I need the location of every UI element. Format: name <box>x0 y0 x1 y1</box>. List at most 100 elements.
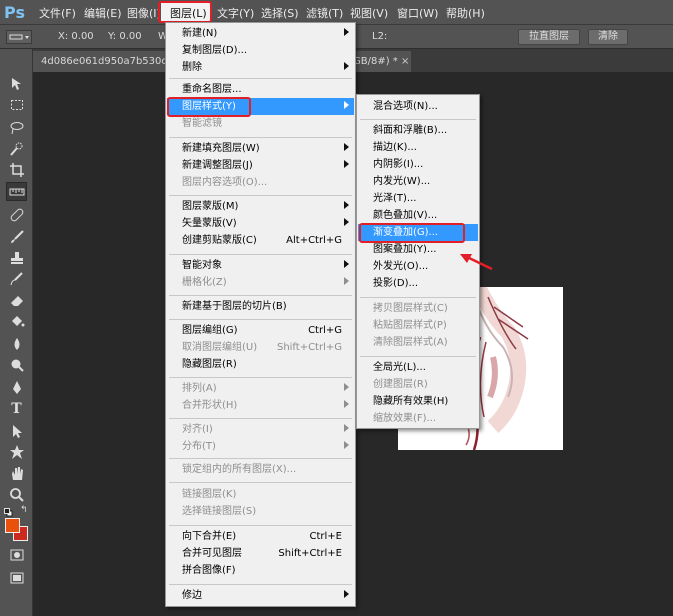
layer-menu-item[interactable]: 向下合并(E) Ctrl+E <box>167 528 354 545</box>
lasso-tool-icon[interactable] <box>6 118 27 137</box>
menu-type[interactable]: 文字(Y) <box>217 5 254 21</box>
layer-style-item-label: 光泽(T)... <box>373 193 417 204</box>
layer-menu-item[interactable]: 分布(T) <box>167 438 354 455</box>
menu-filter[interactable]: 滤镜(T) <box>306 5 343 21</box>
layer-menu-item-label: 合并可见图层 <box>182 548 242 559</box>
layer-style-item[interactable]: 缩放效果(F)... <box>358 410 478 427</box>
layer-style-item-label: 混合选项(N)... <box>373 101 438 112</box>
layer-menu-item[interactable]: 图层内容选项(O)... <box>167 174 354 191</box>
layer-menu-item[interactable]: 图层蒙版(M) <box>167 198 354 215</box>
layer-menu-item[interactable]: 栅格化(Z) <box>167 274 354 291</box>
zoom-tool-icon[interactable] <box>6 485 27 504</box>
layer-style-item[interactable]: 内发光(W)... <box>358 173 478 190</box>
layer-style-item[interactable]: 斜面和浮雕(B)... <box>358 122 478 139</box>
layer-style-item[interactable]: 混合选项(N)... <box>358 98 478 115</box>
layer-menu-item[interactable]: 新建(N) <box>167 25 354 42</box>
blur-tool-icon[interactable] <box>6 334 27 353</box>
marquee-tool-icon[interactable] <box>6 95 27 114</box>
hand-tool-icon[interactable] <box>6 464 27 483</box>
layer-style-item[interactable]: 全局光(L)... <box>358 359 478 376</box>
brush-tool-icon[interactable] <box>6 227 27 246</box>
menu-separator <box>360 119 476 120</box>
layer-style-item[interactable]: 清除图层样式(A) <box>358 334 478 351</box>
close-icon[interactable]: × <box>401 56 409 67</box>
menu-window[interactable]: 窗口(W) <box>397 5 438 21</box>
foreground-color-swatch[interactable] <box>5 518 20 533</box>
layer-menu-item[interactable]: 锁定组内的所有图层(X)... <box>167 461 354 478</box>
layer-style-item[interactable]: 投影(D)... <box>358 275 478 292</box>
layer-style-item[interactable]: 隐藏所有效果(H) <box>358 393 478 410</box>
layer-menu-item-label: 链接图层(K) <box>182 489 237 500</box>
move-tool-icon[interactable] <box>6 74 27 93</box>
shortcut-label: Shift+Ctrl+E <box>278 548 342 559</box>
layer-menu-item[interactable]: 复制图层(D)... <box>167 42 354 59</box>
layer-style-item-label: 缩放效果(F)... <box>373 413 437 424</box>
layer-menu-item[interactable]: 智能对象 <box>167 257 354 274</box>
layer-style-item[interactable]: 创建图层(R) <box>358 376 478 393</box>
layer-style-item[interactable]: 描边(K)... <box>358 139 478 156</box>
layer-menu-item[interactable]: 重命名图层... <box>167 81 354 98</box>
pen-tool-icon[interactable] <box>6 378 27 397</box>
document-tab-active[interactable]: GB/8#) * × <box>351 51 411 72</box>
layer-menu-item[interactable]: 图层编组(G) Ctrl+G <box>167 322 354 339</box>
layer-style-item[interactable]: 渐变叠加(G)... <box>358 224 478 241</box>
layer-menu-item[interactable]: 对齐(I) <box>167 421 354 438</box>
dodge-tool-icon[interactable] <box>6 355 27 374</box>
layer-menu-item-label: 取消图层编组(U) <box>182 342 258 353</box>
layer-menu-item[interactable]: 链接图层(K) <box>167 486 354 503</box>
layer-menu-item[interactable]: 选择链接图层(S) <box>167 503 354 520</box>
straighten-layer-button[interactable]: 拉直图层 <box>518 29 580 45</box>
layer-menu-item[interactable]: 新建基于图层的切片(B) <box>167 298 354 315</box>
layer-menu-item[interactable]: 排列(A) <box>167 380 354 397</box>
clone-stamp-icon[interactable] <box>6 248 27 267</box>
menu-layer[interactable]: 图层(L) <box>161 3 210 22</box>
layer-menu-item[interactable]: 合并可见图层 Shift+Ctrl+E <box>167 545 354 562</box>
crop-tool-icon[interactable] <box>6 160 27 179</box>
swap-colors-icon[interactable]: ↰ <box>20 505 28 515</box>
menu-file[interactable]: 文件(F) <box>39 5 76 21</box>
layer-menu-item[interactable]: 隐藏图层(R) <box>167 356 354 373</box>
ruler-tool-icon[interactable] <box>6 182 27 201</box>
screen-mode-icon[interactable] <box>6 568 27 587</box>
menu-image[interactable]: 图像(I) <box>127 5 161 21</box>
layer-menu-item[interactable]: 删除 <box>167 59 354 76</box>
shortcut-label: Shift+Ctrl+G <box>276 342 342 353</box>
layer-menu-item[interactable]: 拼合图像(F) <box>167 562 354 579</box>
clear-button[interactable]: 清除 <box>588 29 628 45</box>
layer-menu-item[interactable]: 创建剪贴蒙版(C) Alt+Ctrl+G <box>167 232 354 249</box>
shape-tool-icon[interactable] <box>6 442 27 461</box>
tools-panel: T ↰ <box>0 49 33 616</box>
layer-menu-item[interactable]: 修边 <box>167 587 354 604</box>
menu-view[interactable]: 视图(V) <box>350 5 388 21</box>
layer-style-item[interactable]: 粘贴图层样式(P) <box>358 317 478 334</box>
eraser-tool-icon[interactable] <box>6 290 27 309</box>
menu-select[interactable]: 选择(S) <box>261 5 299 21</box>
default-colors-icon[interactable] <box>4 507 13 517</box>
menu-help[interactable]: 帮助(H) <box>446 5 485 21</box>
layer-menu-item-label: 图层蒙版(M) <box>182 201 239 212</box>
layer-style-item[interactable]: 内阴影(I)... <box>358 156 478 173</box>
layer-menu-item[interactable]: 合并形状(H) <box>167 397 354 414</box>
layer-menu-item[interactable]: 取消图层编组(U) Shift+Ctrl+G <box>167 339 354 356</box>
paint-bucket-icon[interactable] <box>6 312 27 331</box>
submenu-arrow-icon <box>344 397 349 414</box>
history-brush-icon[interactable] <box>6 269 27 288</box>
ruler-preset-icon[interactable] <box>6 30 32 44</box>
layer-menu-item[interactable]: 图层样式(Y) <box>167 98 354 115</box>
document-tab[interactable]: 4d086e061d950a7b530cb7 <box>33 51 165 72</box>
menu-separator <box>169 195 352 196</box>
quick-mask-icon[interactable] <box>6 545 27 564</box>
layer-menu-item-label: 分布(T) <box>182 441 216 452</box>
type-tool-icon[interactable]: T <box>6 399 27 418</box>
layer-menu-item[interactable]: 新建调整图层(J) <box>167 157 354 174</box>
layer-style-item[interactable]: 拷贝图层样式(C) <box>358 300 478 317</box>
layer-style-item[interactable]: 光泽(T)... <box>358 190 478 207</box>
menu-edit[interactable]: 编辑(E) <box>84 5 122 21</box>
layer-menu-item[interactable]: 矢量蒙版(V) <box>167 215 354 232</box>
path-select-icon[interactable] <box>6 421 27 440</box>
layer-style-item[interactable]: 颜色叠加(V)... <box>358 207 478 224</box>
layer-menu-item[interactable]: 新建填充图层(W) <box>167 140 354 157</box>
healing-brush-icon[interactable] <box>6 205 27 224</box>
quick-select-tool-icon[interactable] <box>6 139 27 158</box>
layer-menu-item[interactable]: 智能滤镜 <box>167 115 354 132</box>
